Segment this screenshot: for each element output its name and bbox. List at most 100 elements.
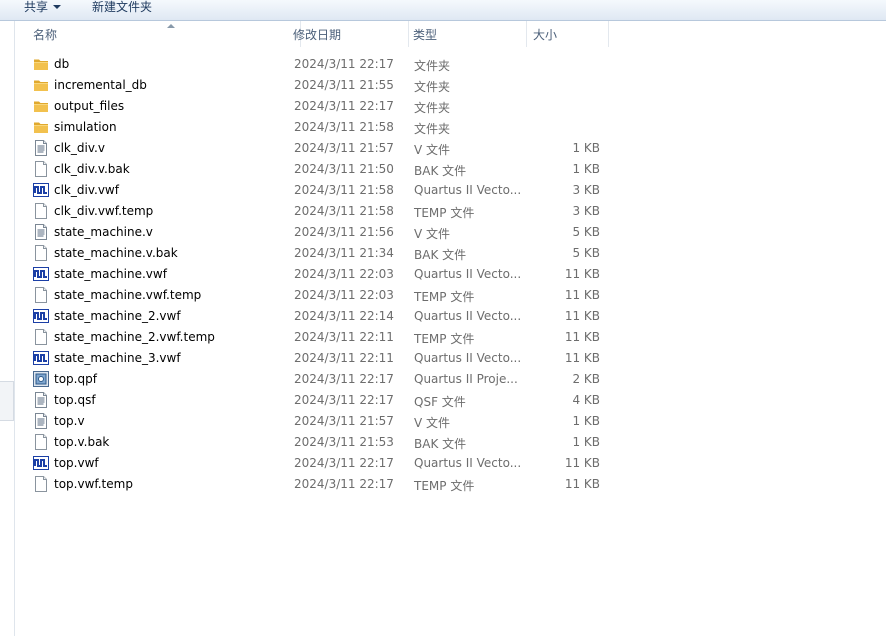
file-row[interactable]: clk_div.v.bak 2024/3/11 21:50 BAK 文件 1 KB bbox=[15, 159, 886, 180]
file-date: 2024/3/11 21:53 bbox=[294, 435, 394, 449]
file-row[interactable]: incremental_db 2024/3/11 21:55 文件夹 bbox=[15, 75, 886, 96]
project-file-icon bbox=[33, 371, 49, 387]
blank-file-icon bbox=[33, 245, 49, 261]
file-name: clk_div.vwf.temp bbox=[54, 204, 154, 218]
blank-file-icon bbox=[33, 203, 49, 219]
file-name: top.qpf bbox=[54, 372, 97, 386]
file-row[interactable]: top.v 2024/3/11 21:57 V 文件 1 KB bbox=[15, 411, 886, 432]
column-header-size[interactable]: 大小 bbox=[529, 21, 609, 47]
file-date: 2024/3/11 21:58 bbox=[294, 120, 394, 134]
file-row[interactable]: db 2024/3/11 22:17 文件夹 bbox=[15, 54, 886, 75]
file-type: V 文件 bbox=[414, 416, 451, 430]
file-type: Quartus II Proje... bbox=[414, 372, 518, 386]
file-name: clk_div.vwf bbox=[54, 183, 119, 197]
file-date: 2024/3/11 22:11 bbox=[294, 330, 394, 344]
file-name: state_machine_3.vwf bbox=[54, 351, 181, 365]
file-row[interactable]: simulation 2024/3/11 21:58 文件夹 bbox=[15, 117, 886, 138]
file-list: db 2024/3/11 22:17 文件夹 incremental_db 2024/… bbox=[15, 54, 886, 495]
file-name: state_machine.v bbox=[54, 225, 153, 239]
file-type: Quartus II Vecto... bbox=[414, 183, 522, 197]
file-row[interactable]: state_machine.v.bak 2024/3/11 21:34 BAK 文件… bbox=[15, 243, 886, 264]
navigation-pane bbox=[0, 21, 15, 636]
file-size: 11 KB bbox=[564, 267, 600, 281]
file-date: 2024/3/11 21:56 bbox=[294, 225, 394, 239]
file-name: top.qsf bbox=[54, 393, 96, 407]
file-date: 2024/3/11 21:57 bbox=[294, 414, 394, 428]
file-date: 2024/3/11 21:58 bbox=[294, 183, 394, 197]
new-folder-button[interactable]: 新建文件夹 bbox=[92, 0, 152, 18]
text-file-icon bbox=[33, 224, 49, 240]
file-size: 1 KB bbox=[572, 435, 600, 449]
text-file-icon bbox=[33, 140, 49, 156]
file-row[interactable]: output_files 2024/3/11 22:17 文件夹 bbox=[15, 96, 886, 117]
command-bar: 共享 新建文件夹 bbox=[0, 0, 886, 21]
file-type: 文件夹 bbox=[414, 101, 451, 115]
file-row[interactable]: top.vwf.temp 2024/3/11 22:17 TEMP 文件 11 KB bbox=[15, 474, 886, 495]
file-type: TEMP 文件 bbox=[414, 206, 475, 220]
file-type: Quartus II Vecto... bbox=[414, 267, 522, 281]
file-name: output_files bbox=[54, 99, 125, 113]
file-size: 11 KB bbox=[564, 288, 600, 302]
file-row[interactable]: clk_div.vwf 2024/3/11 21:58 Quartus II Vec… bbox=[15, 180, 886, 201]
file-date: 2024/3/11 21:55 bbox=[294, 78, 394, 92]
file-size: 3 KB bbox=[572, 204, 600, 218]
folder-icon bbox=[33, 77, 49, 93]
file-type: V 文件 bbox=[414, 227, 451, 241]
file-date: 2024/3/11 21:57 bbox=[294, 141, 394, 155]
file-type: BAK 文件 bbox=[414, 248, 467, 262]
file-type: 文件夹 bbox=[414, 80, 451, 94]
file-name: top.v.bak bbox=[54, 435, 110, 449]
waveform-file-icon bbox=[33, 266, 49, 282]
sort-ascending-icon bbox=[167, 24, 175, 28]
file-row[interactable]: state_machine.v 2024/3/11 21:56 V 文件 5 KB bbox=[15, 222, 886, 243]
file-size: 3 KB bbox=[572, 183, 600, 197]
file-date: 2024/3/11 22:03 bbox=[294, 267, 394, 281]
file-date: 2024/3/11 22:17 bbox=[294, 456, 394, 470]
file-row[interactable]: state_machine.vwf.temp 2024/3/11 22:03 TEM… bbox=[15, 285, 886, 306]
file-type: TEMP 文件 bbox=[414, 290, 475, 304]
text-file-icon bbox=[33, 413, 49, 429]
blank-file-icon bbox=[33, 329, 49, 345]
file-date: 2024/3/11 22:17 bbox=[294, 372, 394, 386]
file-row[interactable]: state_machine_2.vwf 2024/3/11 22:14 Quartu… bbox=[15, 306, 886, 327]
blank-file-icon bbox=[33, 476, 49, 492]
file-name: top.vwf bbox=[54, 456, 99, 470]
file-row[interactable]: clk_div.vwf.temp 2024/3/11 21:58 TEMP 文件 3 … bbox=[15, 201, 886, 222]
file-row[interactable]: state_machine_3.vwf 2024/3/11 22:11 Quartu… bbox=[15, 348, 886, 369]
file-row[interactable]: top.v.bak 2024/3/11 21:53 BAK 文件 1 KB bbox=[15, 432, 886, 453]
file-size: 11 KB bbox=[564, 351, 600, 365]
pane-splitter-handle[interactable] bbox=[0, 381, 14, 421]
file-size: 11 KB bbox=[564, 309, 600, 323]
file-type: BAK 文件 bbox=[414, 164, 467, 178]
column-header-name[interactable]: 名称 bbox=[29, 21, 301, 47]
folder-icon bbox=[33, 98, 49, 114]
file-row[interactable]: top.qpf 2024/3/11 22:17 Quartus II Proje..… bbox=[15, 369, 886, 390]
file-row[interactable]: clk_div.v 2024/3/11 21:57 V 文件 1 KB bbox=[15, 138, 886, 159]
waveform-file-icon bbox=[33, 455, 49, 471]
column-header-type[interactable]: 类型 bbox=[409, 21, 527, 47]
file-name: simulation bbox=[54, 120, 117, 134]
waveform-file-icon bbox=[33, 182, 49, 198]
file-size: 1 KB bbox=[572, 162, 600, 176]
file-size: 1 KB bbox=[572, 414, 600, 428]
file-row[interactable]: top.vwf 2024/3/11 22:17 Quartus II Vecto..… bbox=[15, 453, 886, 474]
blank-file-icon bbox=[33, 434, 49, 450]
share-button[interactable]: 共享 bbox=[24, 0, 62, 18]
file-date: 2024/3/11 21:34 bbox=[294, 246, 394, 260]
file-name: clk_div.v bbox=[54, 141, 105, 155]
file-name: db bbox=[54, 57, 70, 71]
file-row[interactable]: top.qsf 2024/3/11 22:17 QSF 文件 4 KB bbox=[15, 390, 886, 411]
file-size: 11 KB bbox=[564, 456, 600, 470]
file-date: 2024/3/11 22:03 bbox=[294, 288, 394, 302]
file-type: 文件夹 bbox=[414, 59, 451, 73]
file-name: state_machine_2.vwf bbox=[54, 309, 181, 323]
file-type: 文件夹 bbox=[414, 122, 451, 136]
file-size: 11 KB bbox=[564, 477, 600, 491]
column-header-date[interactable]: 修改日期 bbox=[289, 21, 409, 47]
file-type: TEMP 文件 bbox=[414, 332, 475, 346]
file-row[interactable]: state_machine_2.vwf.temp 2024/3/11 22:11 T… bbox=[15, 327, 886, 348]
folder-icon bbox=[33, 119, 49, 135]
file-row[interactable]: state_machine.vwf 2024/3/11 22:03 Quartus … bbox=[15, 264, 886, 285]
file-name: incremental_db bbox=[54, 78, 147, 92]
file-size: 11 KB bbox=[564, 330, 600, 344]
